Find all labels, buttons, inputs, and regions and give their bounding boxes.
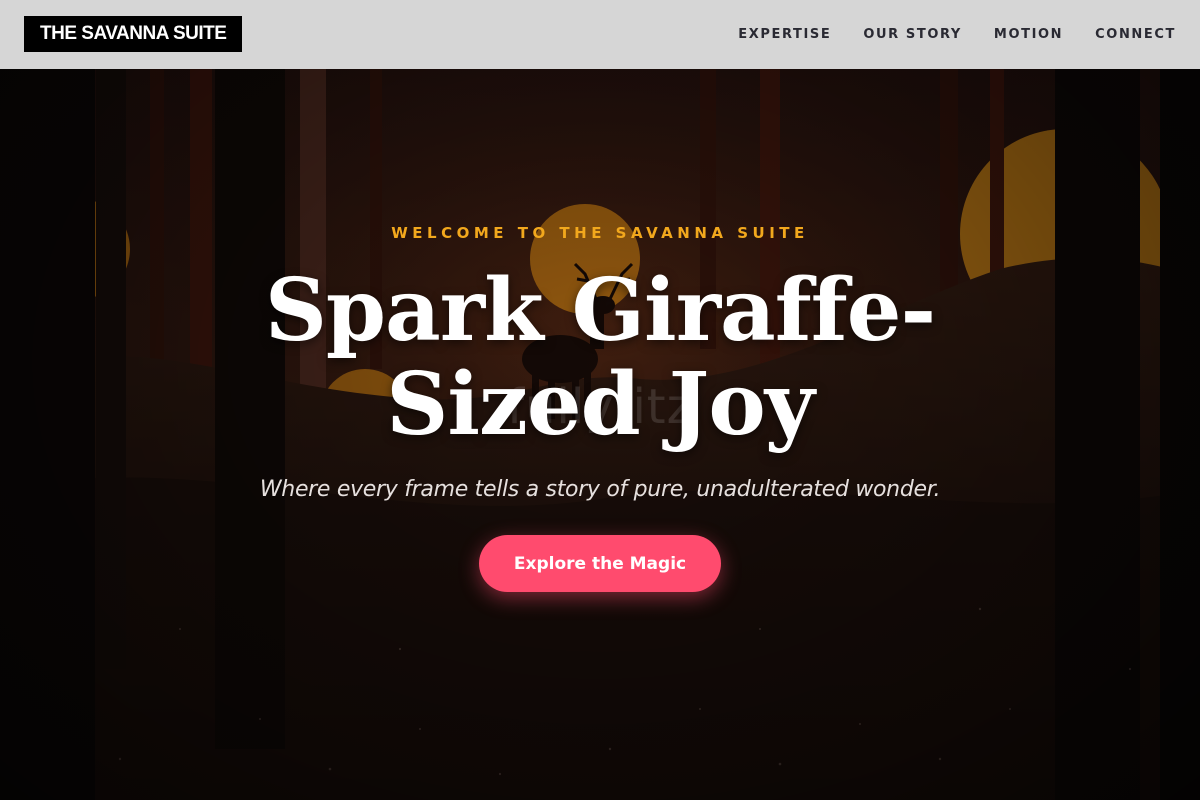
- hero-headline-line-2: Sized Joy: [386, 354, 814, 455]
- page: THE SAVANNA SUITE EXPERTISE OUR STORY MO…: [0, 0, 1200, 800]
- hero-headline-line-1: Spark Giraffe-: [264, 260, 936, 361]
- site-header: THE SAVANNA SUITE EXPERTISE OUR STORY MO…: [0, 0, 1200, 69]
- nav-link-motion[interactable]: MOTION: [994, 27, 1063, 42]
- main-nav: EXPERTISE OUR STORY MOTION CONNECT: [738, 0, 1176, 69]
- hero-content: WELCOME TO THE SAVANNA SUITE fullyfitz S…: [0, 69, 1200, 800]
- hero-eyebrow: WELCOME TO THE SAVANNA SUITE: [391, 224, 809, 242]
- site-logo[interactable]: THE SAVANNA SUITE: [24, 16, 243, 52]
- hero-subtitle: Where every frame tells a story of pure,…: [259, 477, 941, 502]
- hero-headline: Spark Giraffe- Sized Joy: [200, 264, 1000, 452]
- hero-section: WELCOME TO THE SAVANNA SUITE fullyfitz S…: [0, 69, 1200, 800]
- nav-link-connect[interactable]: CONNECT: [1095, 27, 1176, 42]
- nav-link-our-story[interactable]: OUR STORY: [863, 27, 962, 42]
- explore-button[interactable]: Explore the Magic: [479, 535, 721, 592]
- nav-link-expertise[interactable]: EXPERTISE: [738, 27, 831, 42]
